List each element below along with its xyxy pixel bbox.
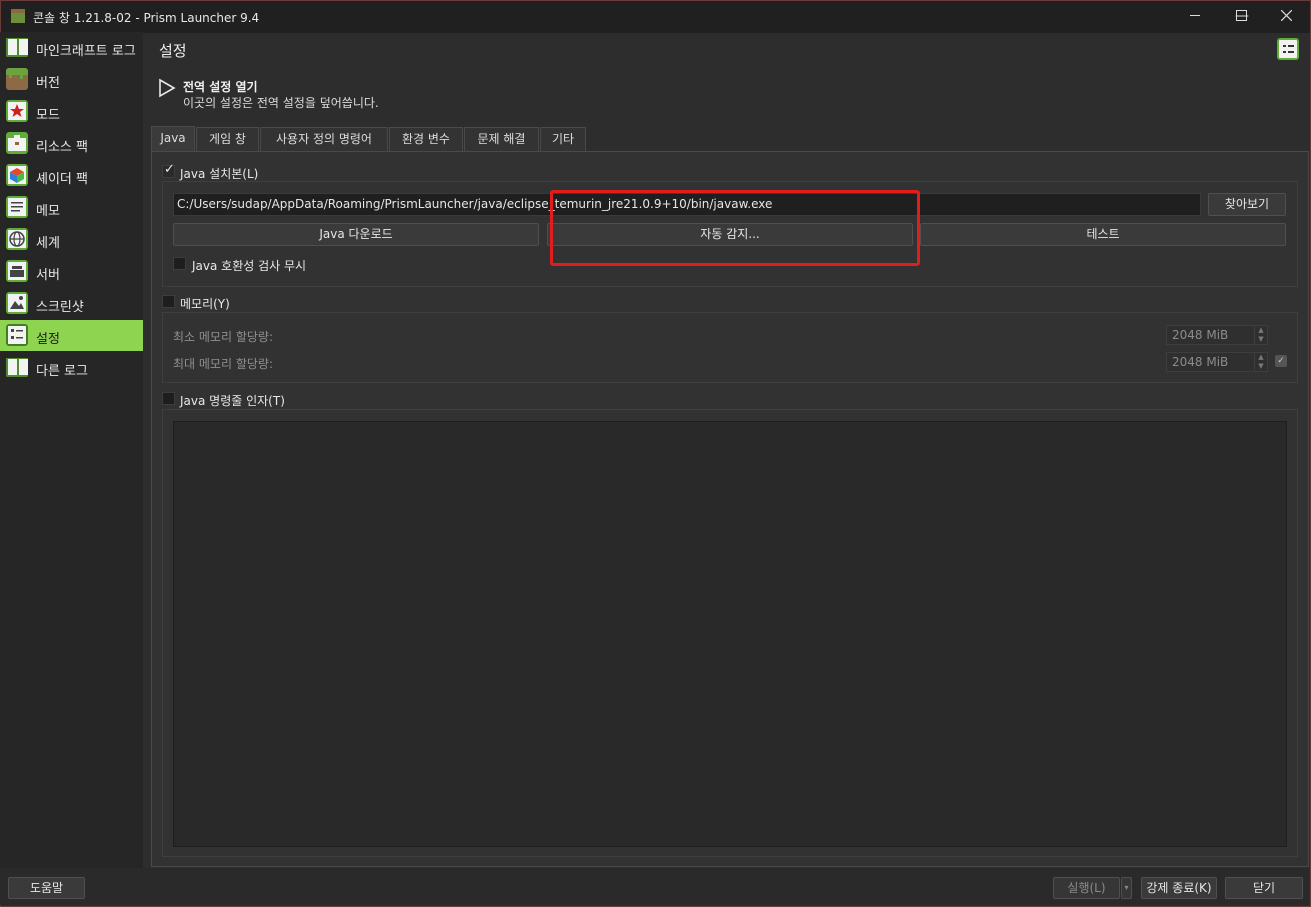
window-title: 콘솔 창 1.21.8-02 - Prism Launcher 9.4 [33,11,260,25]
sidebar-item-screenshots[interactable]: 스크린샷 [0,288,143,319]
highlight-annotation [550,190,920,266]
sidebar-item-notes[interactable]: 메모 [0,192,143,223]
launch-dropdown-button[interactable]: ▾ [1121,877,1132,899]
jvm-args-group-label: Java 명령줄 인자(T) [180,394,285,408]
sidebar-item-other-logs[interactable]: 다른 로그 [0,352,143,383]
jvm-args-textarea[interactable] [173,421,1287,847]
java-install-group-label: Java 설치본(L) [180,167,259,181]
tab-environment-variables[interactable]: 환경 변수 [389,127,463,151]
spin-arrows-icon[interactable]: ▲ ▼ [1254,353,1267,371]
test-button[interactable]: 테스트 [920,223,1286,246]
memory-checkbox[interactable] [162,295,175,308]
minimize-icon [1190,15,1200,16]
tab-java[interactable]: Java [151,126,195,152]
play-arrow-icon[interactable] [158,78,176,98]
sidebar-item-minecraft-log[interactable]: 마인크래프트 로그 [0,32,143,63]
sidebar-item-version[interactable]: 버전 [0,64,143,95]
banner-title[interactable]: 전역 설정 열기 [183,78,258,95]
tab-custom-commands[interactable]: 사용자 정의 명령어 [260,127,388,151]
min-memory-label: 최소 메모리 할당량: [173,330,273,344]
maximize-button[interactable] [1218,0,1264,32]
tab-troubleshooting[interactable]: 문제 해결 [464,127,539,151]
maximize-icon [1236,10,1247,21]
note-icon [6,196,28,218]
star-icon [6,100,28,122]
title-bar: 콘솔 창 1.21.8-02 - Prism Launcher 9.4 — [1,1,1310,33]
settings-icon [6,324,28,346]
sidebar-item-worlds[interactable]: 세계 [0,224,143,255]
sidebar-item-settings[interactable]: 설정 [0,320,143,351]
min-memory-spinbox[interactable]: 2048 MiB ▲ ▼ [1166,325,1268,345]
spin-arrows-icon[interactable]: ▲ ▼ [1254,326,1267,344]
sidebar-item-label: 다른 로그 [36,364,88,379]
memory-group [162,312,1298,383]
book-icon [6,38,28,57]
book-icon [6,358,28,377]
checkmark-icon: ✓ [164,162,175,177]
memory-group-label: 메모리(Y) [180,297,230,311]
sidebar-item-label: 리소스 팩 [36,140,88,155]
sidebar-item-label: 셰이더 팩 [36,172,88,187]
minimize-button[interactable] [1172,0,1218,32]
help-button[interactable]: 도움말 [8,877,85,899]
world-icon [6,228,28,250]
java-download-button[interactable]: Java 다운로드 [173,223,539,246]
max-memory-spinbox[interactable]: 2048 MiB ▲ ▼ [1166,352,1268,372]
settings-icon [1277,38,1299,60]
skip-compat-label: Java 호환성 검사 무시 [192,259,307,273]
sidebar-item-label: 버전 [36,76,60,91]
briefcase-icon [6,132,28,154]
java-install-checkbox[interactable]: ✓ [162,162,175,178]
server-icon [6,260,28,282]
sidebar-item-label: 서버 [36,268,60,283]
close-dialog-button[interactable]: 닫기 [1225,877,1303,899]
sidebar-item-label: 설정 [36,332,60,347]
sidebar-item-mods[interactable]: 모드 [0,96,143,127]
memory-warning-checkbox[interactable]: ✓ [1275,355,1287,367]
tab-game-window[interactable]: 게임 창 [196,127,259,151]
browse-button[interactable]: 찾아보기 [1208,193,1286,216]
sidebar-item-label: 스크린샷 [36,300,84,315]
close-button[interactable] [1264,0,1310,32]
max-memory-label: 최대 메모리 할당량: [173,357,273,371]
grass-block-icon [11,9,25,23]
tab-misc[interactable]: 기타 [540,127,586,151]
skip-compat-checkbox[interactable] [173,257,186,270]
sidebar: 마인크래프트 로그 버전 모드 리소스 팩 셰이더 팩 메모 세계 서버 스크린… [0,32,143,868]
kill-button[interactable]: 강제 종료(K) [1141,877,1217,899]
sidebar-item-resource-packs[interactable]: 리소스 팩 [0,128,143,159]
banner-subtitle: 이곳의 설정은 전역 설정을 덮어씁니다. [183,96,379,110]
sidebar-item-shader-packs[interactable]: 셰이더 팩 [0,160,143,191]
sidebar-item-label: 모드 [36,108,60,123]
screenshot-icon [6,292,28,314]
max-memory-value: 2048 MiB [1172,355,1229,369]
page-title: 설정 [159,42,187,60]
sidebar-item-label: 세계 [36,236,60,251]
sidebar-item-label: 메모 [36,204,60,219]
cube-icon [6,164,28,186]
launch-button[interactable]: 실행(L) [1053,877,1120,899]
grass-block-icon [6,68,28,90]
sidebar-item-servers[interactable]: 서버 [0,256,143,287]
min-memory-value: 2048 MiB [1172,328,1229,342]
sidebar-item-label: 마인크래프트 로그 [36,44,136,59]
close-icon [1281,10,1292,21]
jvm-args-checkbox[interactable] [162,392,175,405]
